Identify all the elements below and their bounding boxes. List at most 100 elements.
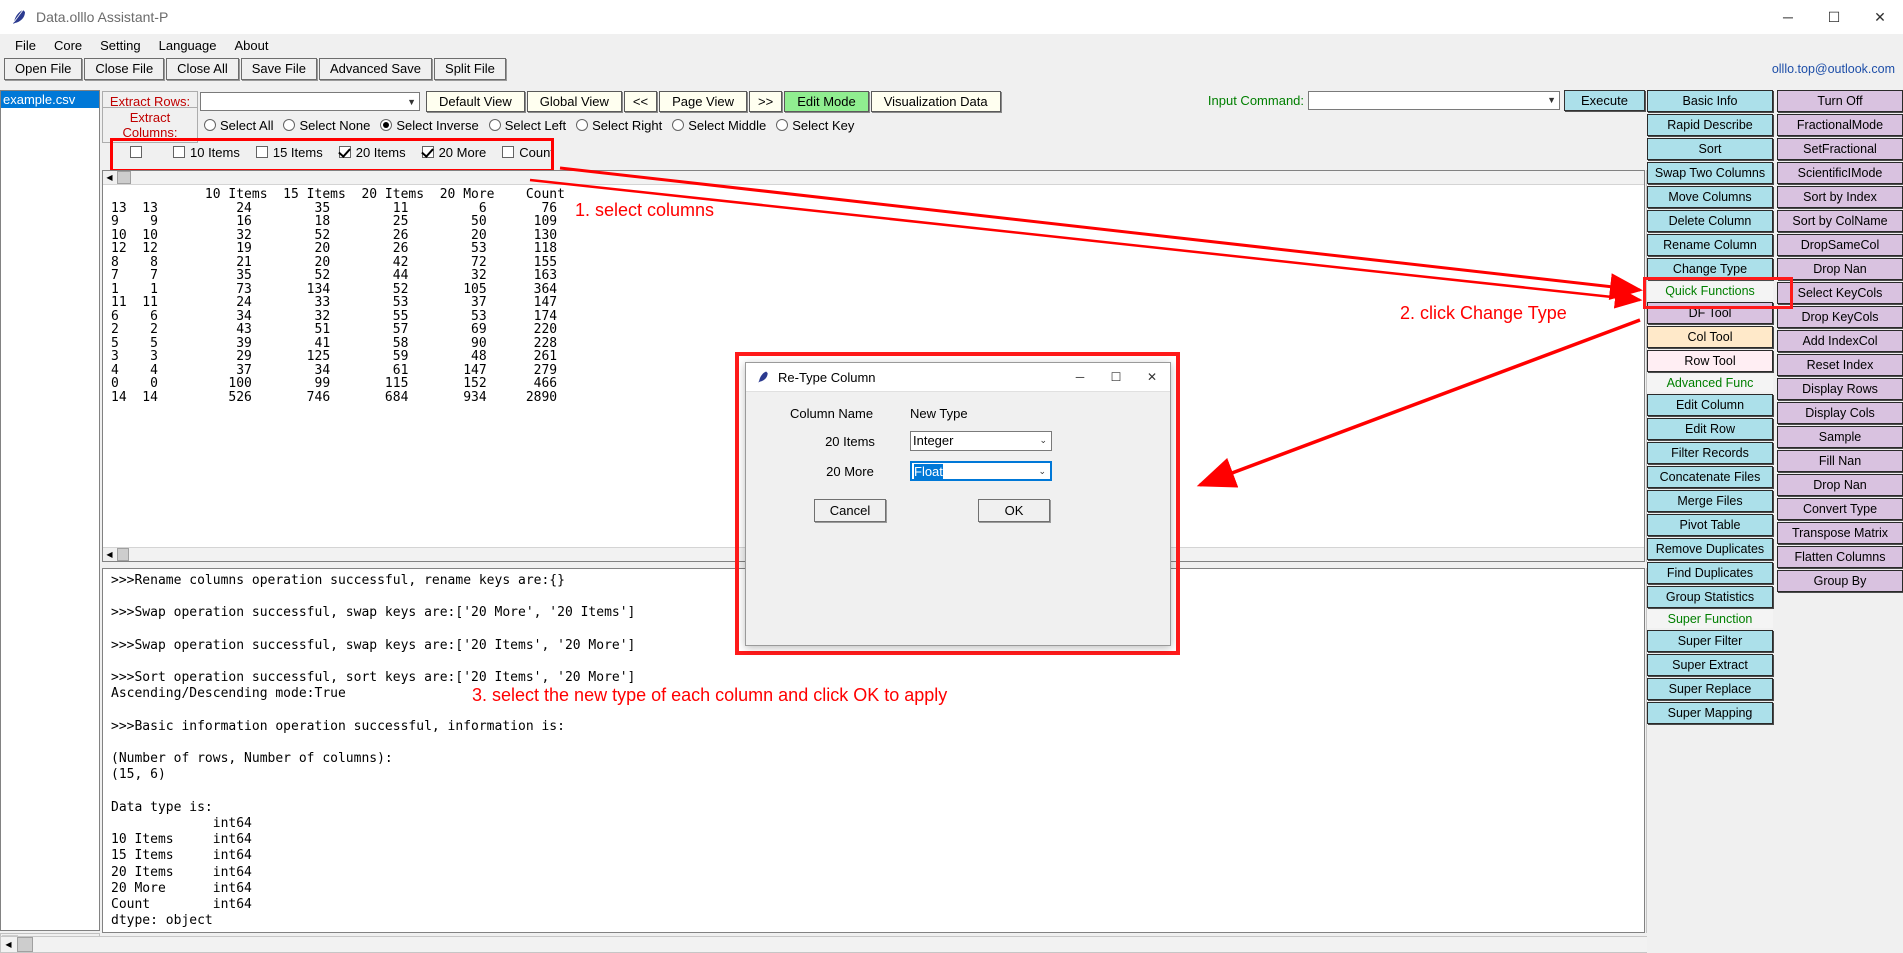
dialog-body: Column Name New Type 20 Items Integer ⌄ … <box>746 392 1170 674</box>
sidebar-item-drop-nan-2[interactable]: Drop Nan <box>1777 474 1903 496</box>
sidebar-item-concatenate-files[interactable]: Concatenate Files <box>1647 466 1773 488</box>
radio-select-middle[interactable]: Select Middle <box>672 118 766 133</box>
radio-select-left[interactable]: Select Left <box>488 118 566 133</box>
sidebar-item-turn-off[interactable]: Turn Off <box>1777 90 1903 112</box>
sidebar-item-super-replace[interactable]: Super Replace <box>1647 678 1773 700</box>
sidebar-item-sort-by-colname[interactable]: Sort by ColName <box>1777 210 1903 232</box>
menu-core[interactable]: Core <box>45 36 91 55</box>
page-view-button[interactable]: Page View <box>659 90 747 112</box>
sidebar-item-flatten-columns[interactable]: Flatten Columns <box>1777 546 1903 568</box>
menu-setting[interactable]: Setting <box>91 36 149 55</box>
sidebar-item-fill-nan[interactable]: Fill Nan <box>1777 450 1903 472</box>
radio-select-all[interactable]: Select All <box>204 118 273 133</box>
edit-mode-button[interactable]: Edit Mode <box>784 90 869 112</box>
scroll-left-icon[interactable]: ◀ <box>103 171 116 184</box>
sidebar-item-find-duplicates[interactable]: Find Duplicates <box>1647 562 1773 584</box>
sidebar-item-delete-column[interactable]: Delete Column <box>1647 210 1773 232</box>
checkbox-count[interactable]: Count <box>502 145 554 160</box>
checkbox-20-items[interactable]: 20 Items <box>338 145 406 160</box>
visualization-data-button[interactable]: Visualization Data <box>870 90 1001 112</box>
sidebar-item-select-keycols[interactable]: Select KeyCols <box>1777 282 1903 304</box>
next-page-button[interactable]: >> <box>749 90 783 112</box>
close-file-button[interactable]: Close File <box>84 58 165 80</box>
file-list-item[interactable]: example.csv <box>1 91 99 108</box>
radio-select-key[interactable]: Select Key <box>776 118 854 133</box>
sidebar-item-transpose-matrix[interactable]: Transpose Matrix <box>1777 522 1903 544</box>
scroll-thumb[interactable] <box>17 937 33 952</box>
checkbox-15-items[interactable]: 15 Items <box>255 144 323 160</box>
sidebar-item-add-indexcol[interactable]: Add IndexCol <box>1777 330 1903 352</box>
scroll-thumb[interactable] <box>117 548 129 561</box>
sidebar-item-group-by[interactable]: Group By <box>1777 570 1903 592</box>
menu-file[interactable]: File <box>6 36 45 55</box>
sidebar-item-group-statistics[interactable]: Group Statistics <box>1647 586 1773 608</box>
sidebar-item-swap-two-columns[interactable]: Swap Two Columns <box>1647 162 1773 184</box>
menu-language[interactable]: Language <box>150 36 226 55</box>
radio-dot <box>488 119 501 131</box>
sidebar-item-super-mapping[interactable]: Super Mapping <box>1647 702 1773 724</box>
extract-rows-input[interactable]: ▼ <box>200 91 420 111</box>
sidebar-item-sort-by-index[interactable]: Sort by Index <box>1777 186 1903 208</box>
save-file-button[interactable]: Save File <box>240 58 317 80</box>
type-select-20-more[interactable]: Float ⌄ <box>910 461 1052 481</box>
scroll-left-icon[interactable]: ◀ <box>103 548 116 561</box>
sidebar-item-display-cols[interactable]: Display Cols <box>1777 402 1903 424</box>
scroll-left-icon[interactable]: ◀ <box>1 937 16 952</box>
sidebar-item-sample[interactable]: Sample <box>1777 426 1903 448</box>
sidebar-item-scientific-mode[interactable]: ScientificIMode <box>1777 162 1903 184</box>
dialog-close-button[interactable]: ✕ <box>1134 363 1170 391</box>
dialog-maximize-button[interactable]: ☐ <box>1098 363 1134 391</box>
ok-button[interactable]: OK <box>978 499 1050 522</box>
radio-select-inverse[interactable]: Select Inverse <box>380 118 479 133</box>
global-view-button[interactable]: Global View <box>526 90 622 112</box>
maximize-button[interactable]: ☐ <box>1811 0 1857 34</box>
sidebar-item-move-columns[interactable]: Move Columns <box>1647 186 1773 208</box>
file-list[interactable]: example.csv <box>0 90 100 931</box>
type-select-20-items[interactable]: Integer ⌄ <box>910 431 1052 451</box>
close-button[interactable]: ✕ <box>1857 0 1903 34</box>
sidebar-item-merge-files[interactable]: Merge Files <box>1647 490 1773 512</box>
input-command-field[interactable]: ▼ <box>1308 91 1561 110</box>
sidebar-item-edit-row[interactable]: Edit Row <box>1647 418 1773 440</box>
menu-about[interactable]: About <box>225 36 277 55</box>
scroll-thumb[interactable] <box>117 171 131 184</box>
checkbox-master[interactable] <box>130 146 147 158</box>
cancel-button[interactable]: Cancel <box>814 499 886 522</box>
radio-select-right[interactable]: Select Right <box>576 118 662 133</box>
dialog-minimize-button[interactable]: ─ <box>1062 363 1098 391</box>
default-view-button[interactable]: Default View <box>426 90 525 112</box>
table-top-scrollbar[interactable]: ◀ <box>103 171 1644 185</box>
checkbox-label: 15 Items <box>272 144 323 160</box>
checkbox-20-more[interactable]: 20 More <box>421 145 486 160</box>
sidebar-item-pivot-table[interactable]: Pivot Table <box>1647 514 1773 536</box>
sidebar-item-remove-duplicates[interactable]: Remove Duplicates <box>1647 538 1773 560</box>
sidebar-item-drop-nan-1[interactable]: Drop Nan <box>1777 258 1903 280</box>
sidebar-item-convert-type[interactable]: Convert Type <box>1777 498 1903 520</box>
advanced-save-button[interactable]: Advanced Save <box>318 58 433 80</box>
sidebar-item-set-fractional[interactable]: SetFractional <box>1777 138 1903 160</box>
sidebar-item-col-tool[interactable]: Col Tool <box>1647 326 1773 348</box>
sidebar-item-basic-info[interactable]: Basic Info <box>1647 90 1773 112</box>
execute-button[interactable]: Execute <box>1564 90 1645 111</box>
sidebar-item-rapid-describe[interactable]: Rapid Describe <box>1647 114 1773 136</box>
sidebar-item-drop-same-col[interactable]: DropSameCol <box>1777 234 1903 256</box>
sidebar-item-drop-keycols[interactable]: Drop KeyCols <box>1777 306 1903 328</box>
sidebar-item-rename-column[interactable]: Rename Column <box>1647 234 1773 256</box>
sidebar-item-super-filter[interactable]: Super Filter <box>1647 630 1773 652</box>
sidebar-item-reset-index[interactable]: Reset Index <box>1777 354 1903 376</box>
checkbox-10-items[interactable]: 10 Items <box>173 145 240 160</box>
close-all-button[interactable]: Close All <box>166 58 239 80</box>
window-horizontal-scrollbar[interactable]: ◀ <box>0 936 1903 953</box>
minimize-button[interactable]: ─ <box>1765 0 1811 34</box>
open-file-button[interactable]: Open File <box>4 58 83 80</box>
split-file-button[interactable]: Split File <box>434 58 506 80</box>
sidebar-item-display-rows[interactable]: Display Rows <box>1777 378 1903 400</box>
sidebar-item-super-extract[interactable]: Super Extract <box>1647 654 1773 676</box>
sidebar-item-fractional-mode[interactable]: FractionalMode <box>1777 114 1903 136</box>
sidebar-item-filter-records[interactable]: Filter Records <box>1647 442 1773 464</box>
sidebar-item-edit-column[interactable]: Edit Column <box>1647 394 1773 416</box>
prev-page-button[interactable]: << <box>623 90 658 112</box>
radio-select-none[interactable]: Select None <box>283 118 370 133</box>
sidebar-item-row-tool[interactable]: Row Tool <box>1647 350 1773 372</box>
sidebar-item-sort[interactable]: Sort <box>1647 138 1773 160</box>
